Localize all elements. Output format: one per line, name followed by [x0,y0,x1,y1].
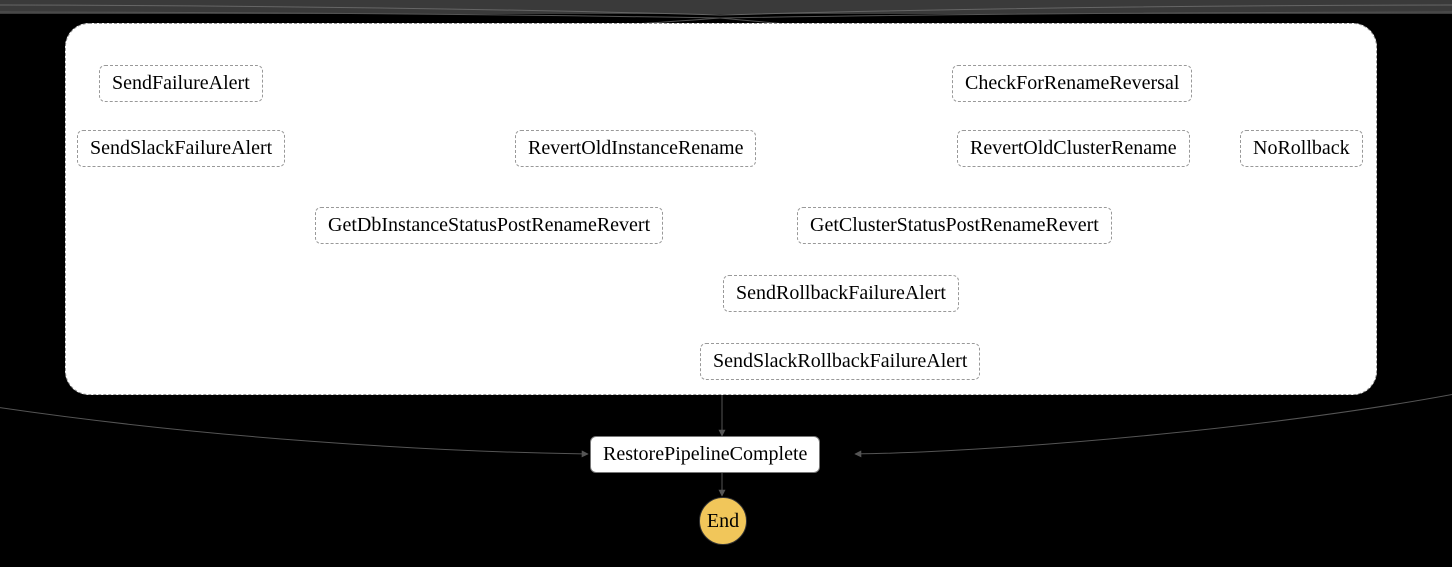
node-send-rollback-failure-alert[interactable]: SendRollbackFailureAlert [723,275,959,312]
top-band [0,0,1452,14]
node-send-failure-alert[interactable]: SendFailureAlert [99,65,263,102]
node-label: GetClusterStatusPostRenameRevert [810,214,1099,236]
node-send-slack-rollback-failure-alert[interactable]: SendSlackRollbackFailureAlert [700,343,980,380]
node-label: RevertOldClusterRename [970,137,1177,159]
node-label: End [707,510,739,533]
node-end[interactable]: End [699,497,747,545]
node-get-db-instance-status-post-rename-revert[interactable]: GetDbInstanceStatusPostRenameRevert [315,207,663,244]
node-label: GetDbInstanceStatusPostRenameRevert [328,214,650,236]
node-revert-old-cluster-rename[interactable]: RevertOldClusterRename [957,130,1190,167]
node-check-for-rename-reversal[interactable]: CheckForRenameReversal [952,65,1192,102]
node-label: CheckForRenameReversal [965,72,1179,94]
node-label: SendSlackFailureAlert [90,137,272,159]
node-get-cluster-status-post-rename-revert[interactable]: GetClusterStatusPostRenameRevert [797,207,1112,244]
node-label: SendFailureAlert [112,72,250,94]
node-revert-old-instance-rename[interactable]: RevertOldInstanceRename [515,130,756,167]
node-send-slack-failure-alert[interactable]: SendSlackFailureAlert [77,130,285,167]
node-label: SendRollbackFailureAlert [736,282,946,304]
node-label: NoRollback [1253,137,1350,159]
node-label: RestorePipelineComplete [603,443,807,465]
node-label: RevertOldInstanceRename [528,137,743,159]
diagram-canvas: SendFailureAlert SendSlackFailureAlert C… [0,0,1452,567]
node-label: SendSlackRollbackFailureAlert [713,350,967,372]
node-restore-pipeline-complete[interactable]: RestorePipelineComplete [590,436,820,473]
node-no-rollback[interactable]: NoRollback [1240,130,1363,167]
